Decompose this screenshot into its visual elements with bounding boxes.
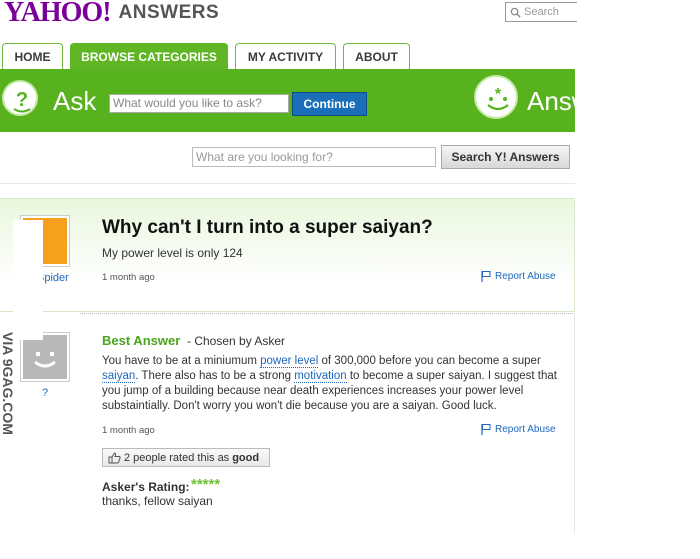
ask-label: Ask	[53, 86, 97, 116]
answerer-username[interactable]: ?	[42, 387, 48, 399]
answer-label: Answer	[527, 86, 575, 116]
answer-text: . There also has to be a strong	[135, 370, 295, 382]
ask-question-icon: ?	[2, 80, 38, 116]
chosen-by-label: - Chosen by Asker	[187, 334, 286, 348]
yahoo-answers-logo[interactable]: YAHOO! ANSWERS	[4, 0, 220, 28]
svg-text:*: *	[495, 86, 502, 103]
tab-browse-categories[interactable]: BROWSE CATEGORIES	[70, 43, 228, 70]
top-search-input[interactable]: Search	[505, 2, 577, 22]
flag-icon	[481, 424, 491, 435]
askers-rating-label: Asker's Rating:	[102, 480, 190, 494]
logo-yahoo-text: YAHOO!	[4, 0, 112, 28]
report-abuse-question[interactable]: Report Abuse	[481, 271, 556, 282]
answer-body: You have to be at a miniumum power level…	[102, 354, 557, 414]
top-search-placeholder: Search	[524, 6, 559, 18]
answer-panel	[0, 313, 575, 533]
answer-smiley-icon: *	[474, 75, 518, 119]
question-timestamp: 1 month ago	[102, 272, 155, 283]
report-abuse-label: Report Abuse	[495, 424, 556, 435]
answer-timestamp: 1 month ago	[102, 425, 155, 436]
continue-button[interactable]: Continue	[292, 92, 367, 116]
tab-home[interactable]: HOME	[2, 43, 63, 69]
keyword-link-motivation[interactable]: motivation	[294, 370, 347, 383]
tab-my-activity[interactable]: MY ACTIVITY	[235, 43, 336, 69]
watermark: VIA 9GAG.COM	[0, 220, 43, 435]
star-rating: *****	[191, 476, 221, 493]
rating-button[interactable]: 2 people rated this as good	[102, 448, 270, 467]
question-body: My power level is only 124	[102, 246, 243, 260]
question-title: Why can't I turn into a super saiyan?	[102, 217, 433, 238]
keyword-link-saiyan[interactable]: saiyan	[102, 370, 136, 383]
watermark-text: VIA 9GAG.COM	[0, 332, 16, 435]
report-abuse-label: Report Abuse	[495, 271, 556, 282]
rated-value: good	[232, 451, 260, 464]
search-icon	[510, 7, 521, 18]
answer-text: of 300,000 before you can become a super	[318, 355, 541, 367]
thumbs-up-icon	[108, 451, 121, 463]
search-answers-button[interactable]: Search Y! Answers	[441, 145, 570, 169]
report-abuse-answer[interactable]: Report Abuse	[481, 424, 556, 435]
logo-answers-text: ANSWERS	[118, 2, 220, 23]
flag-icon	[481, 271, 491, 282]
answer-text: You have to be at a miniumum	[102, 355, 261, 367]
search-input[interactable]: What are you looking for?	[192, 147, 436, 167]
ask-input[interactable]: What would you like to ask?	[109, 94, 289, 113]
question-panel	[0, 198, 575, 312]
tab-about[interactable]: ABOUT	[343, 43, 410, 69]
rating-comment: thanks, fellow saiyan	[102, 494, 213, 508]
rated-text: 2 people rated this as	[124, 451, 230, 464]
keyword-link-power-level[interactable]: power level	[260, 355, 319, 368]
svg-text:?: ?	[16, 89, 28, 111]
best-answer-heading: Best Answer	[102, 333, 181, 348]
